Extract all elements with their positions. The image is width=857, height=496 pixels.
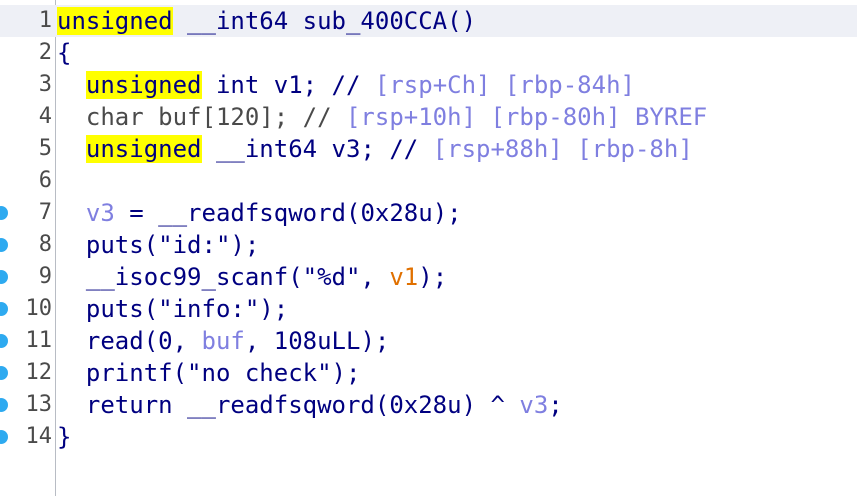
code-text: unsigned __int64 v3; // [rsp+88h] [rbp-8…	[57, 133, 693, 165]
line-number: 10	[25, 296, 53, 321]
code-text: char buf[120]; // [rsp+10h] [rbp-80h] BY…	[57, 101, 707, 133]
code-token: );	[418, 263, 448, 291]
code-text: v3 = __readfsqword(0x28u);	[57, 197, 462, 229]
code-line[interactable]: 9 __isoc99_scanf("%d", v1);	[0, 261, 857, 293]
code-token: int v1; //	[201, 71, 375, 99]
code-token: {	[57, 39, 72, 67]
code-line[interactable]: 3 unsigned int v1; // [rsp+Ch] [rbp-84h]	[0, 69, 857, 101]
code-token: v1	[389, 263, 419, 291]
code-line[interactable]: 10 puts("info:");	[0, 293, 857, 325]
code-token: v3	[85, 199, 115, 227]
keyword-token: unsigned	[85, 71, 202, 99]
code-token: read(0,	[57, 327, 202, 355]
line-number: 7	[38, 200, 52, 225]
line-number: 4	[38, 104, 52, 129]
code-token: , 108uLL);	[244, 327, 390, 355]
code-line[interactable]: 1 unsigned __int64 sub_400CCA()	[0, 5, 857, 37]
code-token: v3	[519, 391, 549, 419]
line-number: 13	[25, 392, 53, 417]
code-token: [rsp+10h] [rbp-80h] BYREF	[345, 103, 708, 131]
code-token: [rsp+Ch] [rbp-84h]	[374, 71, 635, 99]
code-line[interactable]: 11 read(0, buf, 108uLL);	[0, 325, 857, 357]
pseudocode-view[interactable]: 1 unsigned __int64 sub_400CCA() 2{3 unsign…	[0, 5, 857, 453]
code-token: printf("no check");	[57, 359, 361, 387]
code-line[interactable]: 2{	[0, 37, 857, 69]
line-number: 1	[38, 8, 52, 33]
code-text: unsigned __int64 sub_400CCA()	[57, 5, 476, 37]
code-line[interactable]: 5 unsigned __int64 v3; // [rsp+88h] [rbp…	[0, 133, 857, 165]
code-token: puts("id:");	[57, 231, 260, 259]
code-token: }	[57, 423, 72, 451]
code-text: {	[57, 37, 71, 69]
code-line[interactable]: 13 return __readfsqword(0x28u) ^ v3;	[0, 389, 857, 421]
code-token: char buf[120]; //	[57, 103, 346, 131]
code-token: return __readfsqword(0x28u) ^	[57, 391, 520, 419]
code-token: = __readfsqword(0x28u);	[114, 199, 462, 227]
code-text: puts("info:");	[57, 293, 288, 325]
code-text: puts("id:");	[57, 229, 259, 261]
code-token: puts("info:");	[57, 295, 289, 323]
code-line[interactable]: 14}	[0, 421, 857, 453]
code-line[interactable]: 6	[0, 165, 857, 197]
code-line[interactable]: 12 printf("no check");	[0, 357, 857, 389]
code-text: read(0, buf, 108uLL);	[57, 325, 389, 357]
code-token: __isoc99_scanf("%d",	[57, 263, 390, 291]
code-text: unsigned int v1; // [rsp+Ch] [rbp-84h]	[57, 69, 635, 101]
code-token: buf	[201, 327, 245, 355]
keyword-token: unsigned	[85, 135, 202, 163]
line-number: 8	[38, 232, 52, 257]
code-text: return __readfsqword(0x28u) ^ v3;	[57, 389, 563, 421]
code-line[interactable]: 4 char buf[120]; // [rsp+10h] [rbp-80h] …	[0, 101, 857, 133]
code-token: ;	[548, 391, 563, 419]
line-number: 12	[25, 360, 53, 385]
line-number: 5	[38, 136, 52, 161]
line-number: 14	[25, 424, 53, 449]
line-number: 3	[38, 72, 52, 97]
line-number: 2	[38, 40, 52, 65]
line-number: 11	[25, 328, 53, 353]
code-line[interactable]: 8 puts("id:");	[0, 229, 857, 261]
code-token: __int64 v3; //	[201, 135, 433, 163]
line-number: 9	[38, 264, 52, 289]
line-number: 6	[38, 168, 52, 193]
code-token: __int64 sub_400CCA()	[172, 7, 477, 35]
code-text: printf("no check");	[57, 357, 361, 389]
code-line[interactable]: 7 v3 = __readfsqword(0x28u);	[0, 197, 857, 229]
code-text: }	[57, 421, 71, 453]
code-text: __isoc99_scanf("%d", v1);	[57, 261, 447, 293]
keyword-token: unsigned	[57, 7, 173, 35]
code-token: [rsp+88h] [rbp-8h]	[432, 135, 693, 163]
